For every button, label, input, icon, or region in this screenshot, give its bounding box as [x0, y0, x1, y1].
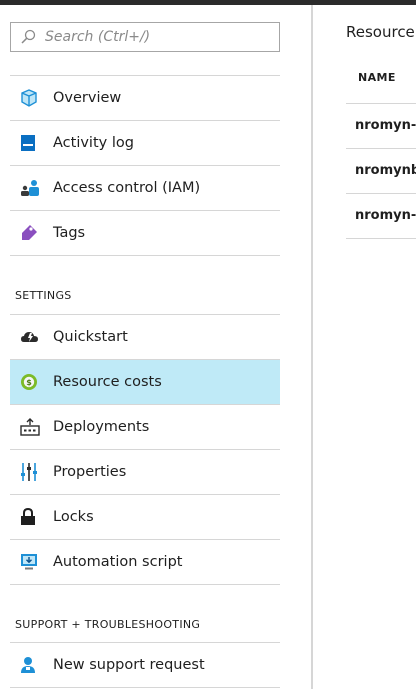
- menu-item-activity-log[interactable]: Activity log: [10, 121, 280, 166]
- lock-icon: [10, 495, 53, 540]
- tag-icon: [10, 211, 53, 256]
- resource-name[interactable]: nromynb: [355, 163, 416, 178]
- cost-icon: $: [10, 360, 53, 405]
- menu-item-label: Tags: [53, 225, 86, 241]
- table-row[interactable]: nromynb: [346, 148, 416, 193]
- resource-name[interactable]: nromyn-: [355, 208, 416, 223]
- menu-item-quickstart[interactable]: Quickstart: [10, 315, 280, 360]
- menu-item-label: Automation script: [53, 554, 183, 570]
- menu-item-label: Properties: [53, 464, 127, 480]
- resource-menu: Search (Ctrl+/) Overview Activity log Ac…: [0, 5, 311, 689]
- support-icon: [10, 643, 53, 688]
- search-input[interactable]: Search (Ctrl+/): [45, 29, 150, 45]
- table-bottom-border: [346, 238, 416, 239]
- deployments-icon: [10, 405, 53, 450]
- menu-item-resource-costs[interactable]: $ Resource costs: [10, 360, 280, 405]
- menu-item-access-control[interactable]: Access control (IAM): [10, 166, 280, 211]
- section-heading-settings: SETTINGS: [15, 289, 72, 302]
- properties-icon: [10, 450, 53, 495]
- table-row[interactable]: nromyn-: [346, 193, 416, 238]
- cloud-icon: [10, 315, 53, 360]
- svg-text:$: $: [26, 378, 32, 387]
- users-icon: [10, 166, 53, 211]
- menu-item-label: Resource costs: [53, 374, 162, 390]
- menu-item-label: Access control (IAM): [53, 180, 201, 196]
- table-row[interactable]: nromyn-: [346, 103, 416, 148]
- search-icon: [11, 23, 45, 51]
- menu-item-label: Activity log: [53, 135, 134, 151]
- activity-log-icon: [10, 121, 53, 166]
- menu-item-label: Locks: [53, 509, 94, 525]
- pane-title: Resource: [346, 23, 415, 41]
- menu-item-label: Deployments: [53, 419, 150, 435]
- column-header-name[interactable]: NAME: [358, 71, 396, 84]
- menu-item-automation-script[interactable]: Automation script: [10, 540, 280, 585]
- resources-pane: Resource NAME nromyn- nromynb nromyn-: [313, 5, 416, 689]
- menu-item-deployments[interactable]: Deployments: [10, 405, 280, 450]
- menu-item-overview[interactable]: Overview: [10, 76, 280, 121]
- menu-item-label: Quickstart: [53, 329, 128, 345]
- menu-item-properties[interactable]: Properties: [10, 450, 280, 495]
- menu-item-label: Overview: [53, 90, 122, 106]
- menu-item-new-support-request[interactable]: New support request: [10, 643, 280, 688]
- cube-icon: [10, 76, 53, 121]
- resource-name[interactable]: nromyn-: [355, 118, 416, 133]
- menu-item-locks[interactable]: Locks: [10, 495, 280, 540]
- automation-script-icon: [10, 540, 53, 585]
- search-box[interactable]: Search (Ctrl+/): [10, 22, 280, 52]
- menu-item-label: New support request: [53, 657, 205, 673]
- menu-item-tags[interactable]: Tags: [10, 211, 280, 256]
- section-heading-support: SUPPORT + TROUBLESHOOTING: [15, 618, 201, 631]
